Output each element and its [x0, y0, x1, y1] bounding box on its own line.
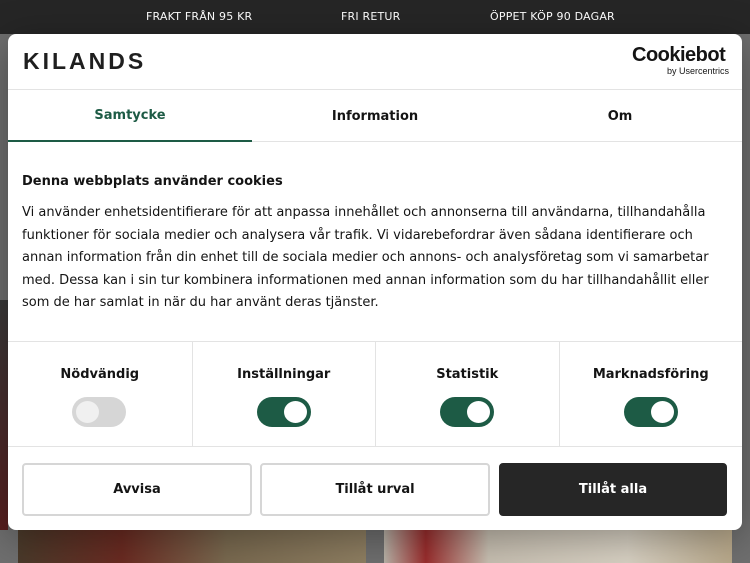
cookiebot-logo-subtext: by Usercentrics [666, 66, 729, 76]
cookie-consent-dialog: KILANDS Cookiebot by Usercentrics Samtyc… [8, 34, 742, 530]
brand-logo: KILANDS [23, 48, 147, 74]
category-marketing: Marknadsföring [558, 342, 743, 446]
background-product-image-1 [18, 530, 366, 563]
cookiebot-logo: Cookiebot by Usercentrics [632, 44, 732, 76]
category-label: Statistik [436, 367, 499, 382]
statistics-toggle[interactable] [440, 397, 494, 427]
top-announcement-bar: FRAKT FRÅN 95 KR FRI RETUR ÖPPET KÖP 90 … [0, 0, 750, 34]
category-label: Marknadsföring [592, 367, 709, 382]
allow-selection-button[interactable]: Tillåt urval [260, 463, 490, 516]
toggle-knob [76, 401, 99, 423]
consent-title: Denna webbplats använder cookies [22, 174, 283, 189]
dialog-header: KILANDS Cookiebot by Usercentrics [8, 34, 742, 90]
shipping-notice: FRAKT FRÅN 95 KR [146, 10, 253, 23]
allow-all-button[interactable]: Tillåt alla [499, 463, 727, 516]
tab-samtycke[interactable]: Samtycke [8, 91, 252, 142]
preferences-toggle[interactable] [256, 397, 311, 427]
category-necessary: Nödvändig [8, 342, 192, 446]
tab-om[interactable]: Om [498, 91, 742, 142]
category-label: Nödvändig [60, 367, 140, 382]
category-label: Inställningar [237, 367, 331, 382]
background-image-strip [0, 300, 8, 530]
toggle-knob [467, 401, 490, 423]
necessary-toggle [72, 397, 126, 427]
free-return-notice: FRI RETUR [341, 10, 401, 23]
category-statistics: Statistik [375, 342, 559, 446]
tab-information[interactable]: Information [253, 91, 497, 142]
marketing-toggle[interactable] [623, 397, 678, 427]
consent-categories: Nödvändig Inställningar Statistik Markna… [8, 341, 742, 447]
reject-button[interactable]: Avvisa [22, 463, 252, 516]
open-purchase-notice: ÖPPET KÖP 90 DAGAR [490, 10, 615, 23]
toggle-knob [283, 401, 307, 423]
cookiebot-logo-text: Cookiebot [632, 44, 726, 66]
category-preferences: Inställningar [191, 342, 376, 446]
toggle-knob [650, 401, 674, 423]
consent-tabs: Samtycke Information Om [8, 91, 742, 142]
background-product-image-2 [384, 530, 732, 563]
consent-description: Vi använder enhetsidentifierare för att … [22, 205, 709, 310]
